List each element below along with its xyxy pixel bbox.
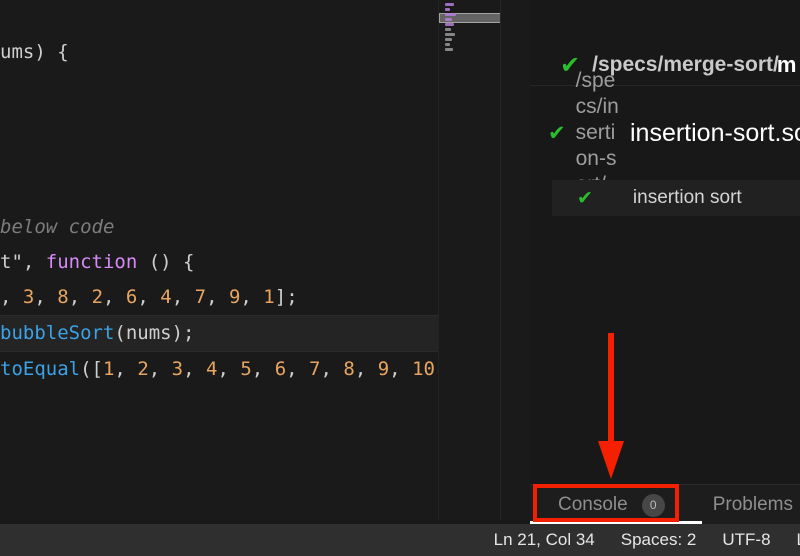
code-token: 7 [309,358,321,380]
code-token: 4 [160,286,172,308]
code-token: , [171,286,195,308]
status-bar: Ln 21, Col 34 Spaces: 2 UTF-8 L [0,524,800,556]
code-token: t", [0,251,46,273]
code-line[interactable] [0,0,500,35]
code-token: (nums); [114,322,195,344]
code-line[interactable]: below code [0,210,500,245]
test-suite-filename: m [776,52,797,77]
code-token: function [45,251,138,273]
code-token: 10 [412,358,435,380]
panel-tab-bar: Console 0 Problems [530,484,800,525]
code-token: , [68,286,92,308]
test-case-label: insertion sort [632,187,742,208]
code-line[interactable] [0,105,500,140]
code-token: , [389,358,413,380]
code-token: 3 [22,286,35,308]
code-token: , [354,358,378,380]
code-token: , [114,358,138,380]
code-token: 2 [137,358,149,380]
minimap-code-block [445,43,450,46]
code-token: toEqual [0,358,81,380]
code-token: , [217,358,241,380]
code-token: bubbleSort [0,322,115,344]
code-token: , [240,286,264,308]
code-token: , [320,358,344,380]
tab-problems[interactable]: Problems [677,485,793,525]
code-token: below code [0,216,115,238]
test-suite-row-insertion-sort[interactable]: ✔ /specs/insertion-sort/ insertion-sort.… [530,69,800,196]
code-token: , [34,286,58,308]
code-line[interactable]: t", function () { [0,245,500,280]
code-token: ]; [274,286,298,308]
code-editor[interactable]: ums) {below code t", function () {, 3, 8,… [0,0,530,520]
editor-minimap[interactable] [438,0,501,520]
code-token: ([ [80,358,103,380]
code-token: 7 [194,286,207,308]
minimap-code-block [445,23,454,26]
test-results-panel[interactable]: ✔ /specs/merge-sort/ m ✔ /specs/insertio… [530,0,800,484]
check-icon: ✔ [577,186,593,209]
code-token: , [206,286,229,308]
code-token: 8 [57,286,69,308]
code-token: , [251,358,275,380]
code-token: , [286,358,310,380]
status-encoding[interactable]: UTF-8 [722,530,770,550]
minimap-code-block [445,48,453,51]
code-token: , [0,286,23,308]
code-line[interactable] [0,70,500,105]
minimap-code-block [445,28,451,31]
code-token: 1 [102,358,115,380]
code-token: 3 [171,358,184,380]
code-token: 9 [377,358,390,380]
minimap-code-block [445,3,454,6]
tab-console-label: Console [558,494,628,515]
code-line[interactable] [0,140,500,175]
test-case-row-insertion-sort[interactable]: ✔ insertion sort [552,180,800,216]
code-line[interactable] [0,175,500,210]
minimap-code-block [445,8,450,11]
code-token: ums) { [0,41,69,63]
status-cursor-position[interactable]: Ln 21, Col 34 [494,530,595,550]
tab-problems-label: Problems [712,494,793,515]
test-suite-row-merge-sort[interactable]: ✔ /specs/merge-sort/ m [530,44,800,86]
code-text-area[interactable]: ums) {below code t", function () {, 3, 8,… [0,0,530,520]
code-token: , [137,286,161,308]
minimap-code-block [445,33,455,36]
check-icon: ✔ [548,120,566,145]
code-token: () { [137,251,195,273]
code-token: , [183,358,206,380]
vscode-window: ums) {below code t", function () {, 3, 8,… [0,0,800,556]
minimap-code-block [445,38,452,41]
code-token: 2 [91,286,104,308]
tab-console[interactable]: Console 0 [530,485,677,525]
code-token: 5 [240,358,252,380]
code-line[interactable]: , 3, 8, 2, 6, 4, 7, 9, 1]; [0,280,500,315]
code-line[interactable]: ums) { [0,35,500,70]
test-suite-filename: insertion-sort.solution [630,118,800,147]
code-token: , [103,286,126,308]
code-token: , [148,358,172,380]
code-token: 6 [274,358,287,380]
code-line[interactable]: toEqual([1, 2, 3, 4, 5, 6, 7, 8, 9, 10]) [0,352,500,387]
status-line-endings[interactable]: L [797,530,800,550]
code-token: 1 [263,286,275,308]
minimap-code-block [445,18,452,21]
code-token: 9 [228,286,241,308]
minimap-code-block [445,13,456,16]
console-count-badge: 0 [641,493,665,517]
test-suite-path: /specs/insertion-sort/ [575,69,619,196]
code-token: 6 [125,286,138,308]
status-indentation[interactable]: Spaces: 2 [621,530,697,550]
code-token: 4 [206,358,218,380]
code-token: 8 [343,358,355,380]
editor-overview-ruler[interactable] [500,0,530,520]
